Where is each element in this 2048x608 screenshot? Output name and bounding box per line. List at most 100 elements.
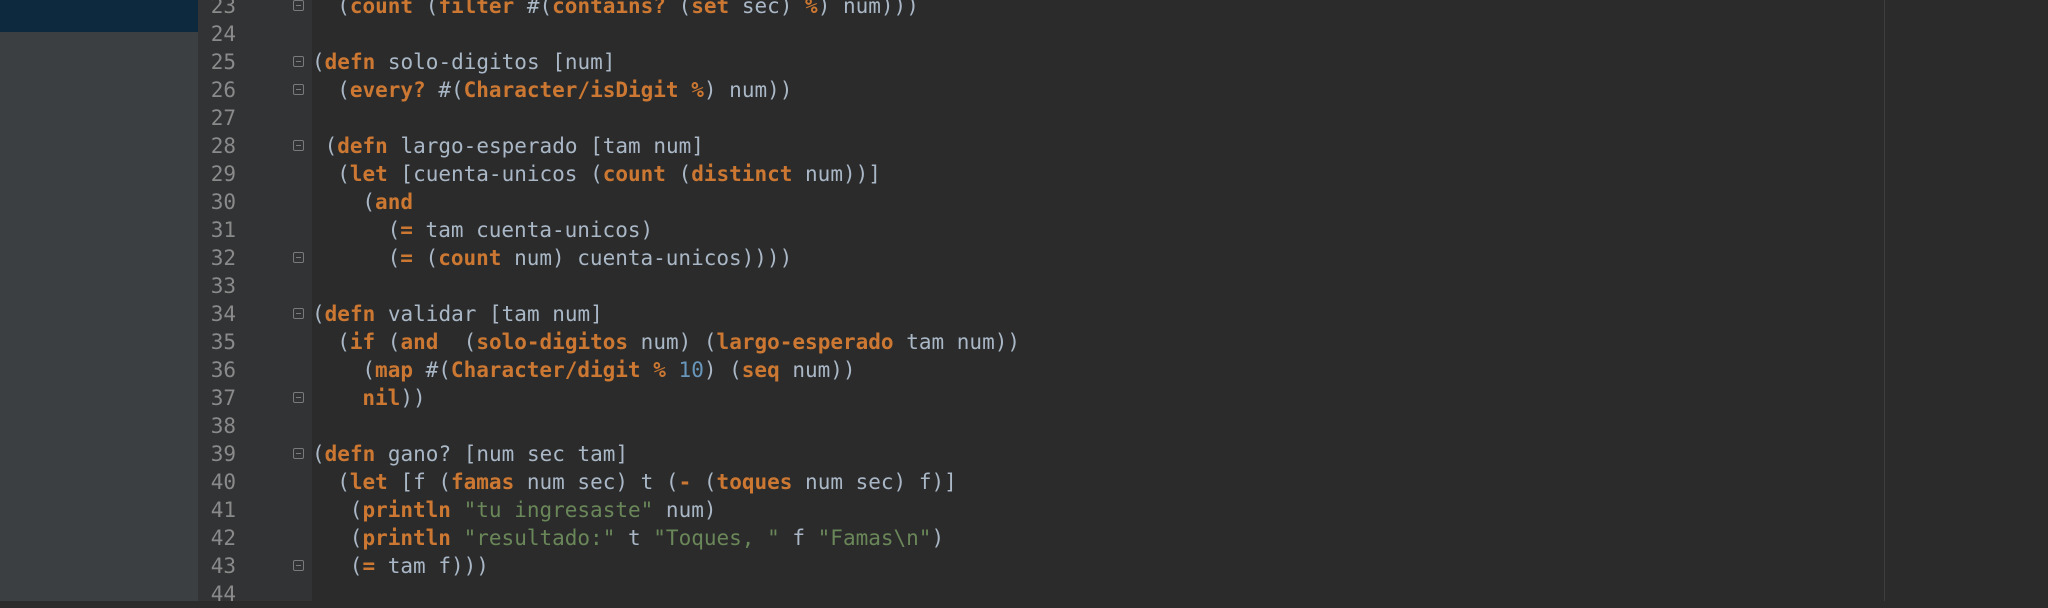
code-line[interactable]: 43 (= tam f))): [0, 552, 2048, 580]
code-text[interactable]: (if (and (solo-digitos num) (largo-esper…: [337, 328, 1020, 356]
fold-toggle-icon[interactable]: [293, 560, 304, 571]
code-keyword: defn: [324, 50, 376, 74]
code-line[interactable]: 42 (println "resultado:" t "Toques, " f "…: [0, 524, 2048, 552]
code-token: (: [438, 330, 477, 354]
code-line[interactable]: 35 (if (and (solo-digitos num) (largo-esp…: [0, 328, 2048, 356]
code-token: #(: [425, 78, 464, 102]
code-keyword: defn: [324, 442, 376, 466]
code-token: (: [665, 0, 692, 18]
code-token: (: [387, 218, 401, 242]
code-text[interactable]: (= tam f))): [350, 552, 489, 580]
code-string: "Toques, ": [653, 526, 780, 550]
code-line[interactable]: 40 (let [f (famas num sec) t (- (toques n…: [0, 468, 2048, 496]
code-text[interactable]: (println "resultado:" t "Toques, " f "Fa…: [350, 524, 944, 552]
code-line[interactable]: 33: [0, 272, 2048, 300]
code-token: (: [412, 246, 439, 270]
fold-toggle-icon[interactable]: [293, 448, 304, 459]
code-text[interactable]: (defn gano? [num sec tam]: [312, 440, 628, 468]
code-token: tam f))): [375, 554, 489, 578]
code-keyword: count: [602, 162, 666, 186]
line-number: 28: [210, 134, 236, 158]
code-keyword: let: [349, 470, 388, 494]
code-token: (: [362, 190, 376, 214]
code-token: gano? [num sec tam]: [375, 442, 629, 466]
code-keyword: =: [362, 554, 376, 578]
code-line[interactable]: 31 (= tam cuenta-unicos): [0, 216, 2048, 244]
line-number: 25: [210, 50, 236, 74]
code-text[interactable]: (= (count num) cuenta-unicos)))): [388, 244, 793, 272]
line-number: 31: [210, 218, 236, 242]
code-line[interactable]: 23 (count (filter #(contains? (set sec) %…: [0, 0, 2048, 20]
code-text[interactable]: (let [cuenta-unicos (count (distinct num…: [337, 160, 881, 188]
fold-toggle-icon[interactable]: [293, 252, 304, 263]
code-keyword: solo-digitos: [476, 330, 629, 354]
code-line[interactable]: 38: [0, 412, 2048, 440]
code-text[interactable]: (and: [362, 188, 413, 216]
fold-toggle-icon[interactable]: [293, 308, 304, 319]
code-token: [f (: [387, 470, 451, 494]
code-line[interactable]: 29 (let [cuenta-unicos (count (distinct n…: [0, 160, 2048, 188]
code-token: num) cuenta-unicos)))): [501, 246, 793, 270]
code-keyword: Character/digit: [450, 358, 641, 382]
line-number: 39: [210, 442, 236, 466]
code-text[interactable]: (let [f (famas num sec) t (- (toques num…: [337, 468, 957, 496]
fold-toggle-icon[interactable]: [293, 56, 304, 67]
code-token: num))]: [792, 162, 881, 186]
code-token: solo-digitos [num]: [375, 50, 616, 74]
code-line[interactable]: 24: [0, 20, 2048, 48]
line-number: 30: [210, 190, 236, 214]
code-keyword: largo-esperado: [716, 330, 894, 354]
code-text[interactable]: (every? #(Character/isDigit %) num)): [337, 76, 792, 104]
code-token: (: [349, 526, 363, 550]
code-token: [cuenta-unicos (: [387, 162, 603, 186]
code-line[interactable]: 36 (map #(Character/digit % 10) (seq num)…: [0, 356, 2048, 384]
code-line[interactable]: 44: [0, 580, 2048, 608]
code-token: validar [tam num]: [375, 302, 603, 326]
code-token: (: [312, 50, 325, 74]
code-line[interactable]: 27: [0, 104, 2048, 132]
code-line[interactable]: 28 (defn largo-esperado [tam num]: [0, 132, 2048, 160]
fold-toggle-icon[interactable]: [293, 140, 304, 151]
code-text[interactable]: (println "tu ingresaste" num): [350, 496, 717, 524]
code-text[interactable]: (map #(Character/digit % 10) (seq num)): [362, 356, 855, 384]
code-text[interactable]: (= tam cuenta-unicos): [388, 216, 654, 244]
code-token: (: [312, 442, 325, 466]
code-token: (: [387, 246, 401, 270]
code-line[interactable]: 41 (println "tu ingresaste" num): [0, 496, 2048, 524]
code-line[interactable]: 32 (= (count num) cuenta-unicos)))): [0, 244, 2048, 272]
code-token: (: [324, 134, 338, 158]
code-text[interactable]: nil)): [362, 384, 425, 412]
line-number: 35: [210, 330, 236, 354]
code-string: "tu ingresaste": [463, 498, 654, 522]
code-line[interactable]: 30 (and: [0, 188, 2048, 216]
code-text[interactable]: (defn solo-digitos [num]: [312, 48, 615, 76]
code-token: (: [349, 554, 363, 578]
line-number: 37: [210, 386, 236, 410]
code-line[interactable]: 25 (defn solo-digitos [num]: [0, 48, 2048, 76]
code-text[interactable]: (defn largo-esperado [tam num]: [325, 132, 704, 160]
code-keyword: map: [375, 358, 413, 382]
code-line[interactable]: 39 (defn gano? [num sec tam]: [0, 440, 2048, 468]
code-token: ) (: [703, 358, 742, 382]
line-number: 23: [210, 0, 236, 18]
code-token: ) num)): [703, 78, 793, 102]
code-text[interactable]: (defn validar [tam num]: [312, 300, 603, 328]
code-keyword: every?: [349, 78, 426, 102]
line-number: 36: [210, 358, 236, 382]
code-line[interactable]: 37 nil)): [0, 384, 2048, 412]
code-token: (: [337, 0, 350, 18]
code-line[interactable]: 26 (every? #(Character/isDigit %) num)): [0, 76, 2048, 104]
line-number: 41: [210, 498, 236, 522]
code-line[interactable]: 34 (defn validar [tam num]: [0, 300, 2048, 328]
fold-toggle-icon[interactable]: [293, 392, 304, 403]
code-token: t: [615, 526, 654, 550]
code-keyword: %: [805, 0, 818, 18]
fold-toggle-icon[interactable]: [293, 0, 304, 11]
code-text[interactable]: (count (filter #(contains? (set sec) %) …: [337, 0, 919, 20]
code-token: num): [653, 498, 717, 522]
code-keyword: set: [691, 0, 730, 18]
fold-toggle-icon[interactable]: [293, 84, 304, 95]
